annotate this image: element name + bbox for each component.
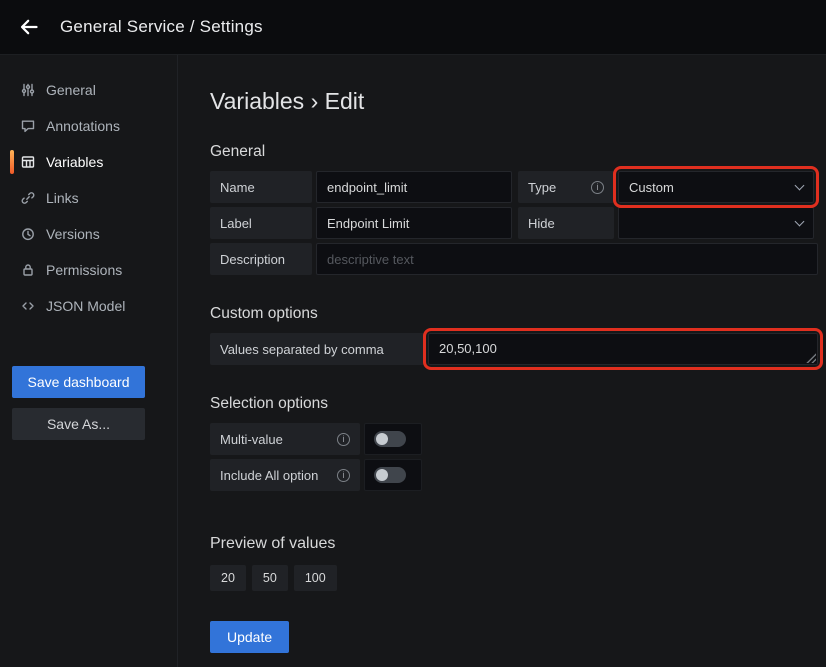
description-input[interactable] [316, 243, 818, 275]
sidebar-item-label: Annotations [46, 118, 120, 134]
sidebar-item-label: General [46, 82, 96, 98]
sidebar-item-label: Variables [46, 154, 103, 170]
multi-value-toggle[interactable] [364, 423, 422, 455]
label-input[interactable] [316, 207, 512, 239]
history-icon [20, 226, 36, 242]
lock-icon [20, 262, 36, 278]
top-header: General Service / Settings [0, 0, 826, 54]
table-icon [20, 154, 36, 170]
preview-chip: 100 [294, 565, 337, 591]
section-heading-preview: Preview of values [210, 535, 818, 553]
preview-chip: 50 [252, 565, 288, 591]
info-icon[interactable] [337, 433, 350, 446]
label-label: Label [210, 207, 312, 239]
variables-edit-panel: Variables › Edit General Name Type Custo… [178, 54, 826, 667]
values-input[interactable]: 20,50,100 [428, 333, 818, 365]
section-heading-custom-options: Custom options [210, 305, 818, 323]
sidebar-item-variables[interactable]: Variables [0, 144, 177, 180]
sidebar-item-annotations[interactable]: Annotations [0, 108, 177, 144]
name-type-row: Name Type Custom [210, 171, 818, 203]
include-all-toggle[interactable] [364, 459, 422, 491]
sidebar-item-permissions[interactable]: Permissions [0, 252, 177, 288]
type-select-wrapper: Custom [618, 171, 814, 203]
values-label: Values separated by comma [210, 333, 424, 365]
chevron-down-icon [795, 217, 805, 227]
preview-chip: 20 [210, 565, 246, 591]
description-label: Description [210, 243, 312, 275]
label-hide-row: Label Hide [210, 207, 818, 239]
code-icon [20, 298, 36, 314]
toggle-switch-icon [374, 467, 406, 483]
name-input[interactable] [316, 171, 512, 203]
save-dashboard-button[interactable]: Save dashboard [12, 366, 145, 398]
hide-select[interactable] [618, 207, 814, 239]
sliders-icon [20, 82, 36, 98]
sidebar-item-json-model[interactable]: JSON Model [0, 288, 177, 324]
section-heading-general: General [210, 143, 818, 161]
comment-icon [20, 118, 36, 134]
sidebar-item-label: Links [46, 190, 79, 206]
info-icon[interactable] [337, 469, 350, 482]
multi-value-label: Multi-value [210, 423, 360, 455]
sidebar-item-label: Versions [46, 226, 100, 242]
type-select[interactable]: Custom [618, 171, 814, 203]
page-title: Variables › Edit [210, 88, 818, 115]
sidebar-item-versions[interactable]: Versions [0, 216, 177, 252]
save-as-button[interactable]: Save As... [12, 408, 145, 440]
include-all-row: Include All option [210, 459, 818, 491]
multi-value-row: Multi-value [210, 423, 818, 455]
values-textarea-wrapper: 20,50,100 [428, 333, 818, 365]
sidebar-item-label: Permissions [46, 262, 122, 278]
section-heading-selection-options: Selection options [210, 395, 818, 413]
chevron-down-icon [795, 181, 805, 191]
type-label: Type [518, 171, 614, 203]
name-label: Name [210, 171, 312, 203]
back-button[interactable] [14, 12, 44, 42]
arrow-left-icon [18, 16, 40, 38]
values-row: Values separated by comma 20,50,100 [210, 333, 818, 365]
description-row: Description [210, 243, 818, 275]
settings-sidebar: General Annotations Variables Links [0, 54, 178, 667]
include-all-label: Include All option [210, 459, 360, 491]
hide-label: Hide [518, 207, 614, 239]
link-icon [20, 190, 36, 206]
info-icon[interactable] [591, 181, 604, 194]
sidebar-item-links[interactable]: Links [0, 180, 177, 216]
sidebar-item-general[interactable]: General [0, 72, 177, 108]
update-button[interactable]: Update [210, 621, 289, 653]
toggle-switch-icon [374, 431, 406, 447]
page-breadcrumb-title: General Service / Settings [60, 17, 263, 37]
resize-grip-icon[interactable] [806, 353, 816, 363]
preview-values: 20 50 100 [210, 565, 818, 591]
sidebar-item-label: JSON Model [46, 298, 125, 314]
